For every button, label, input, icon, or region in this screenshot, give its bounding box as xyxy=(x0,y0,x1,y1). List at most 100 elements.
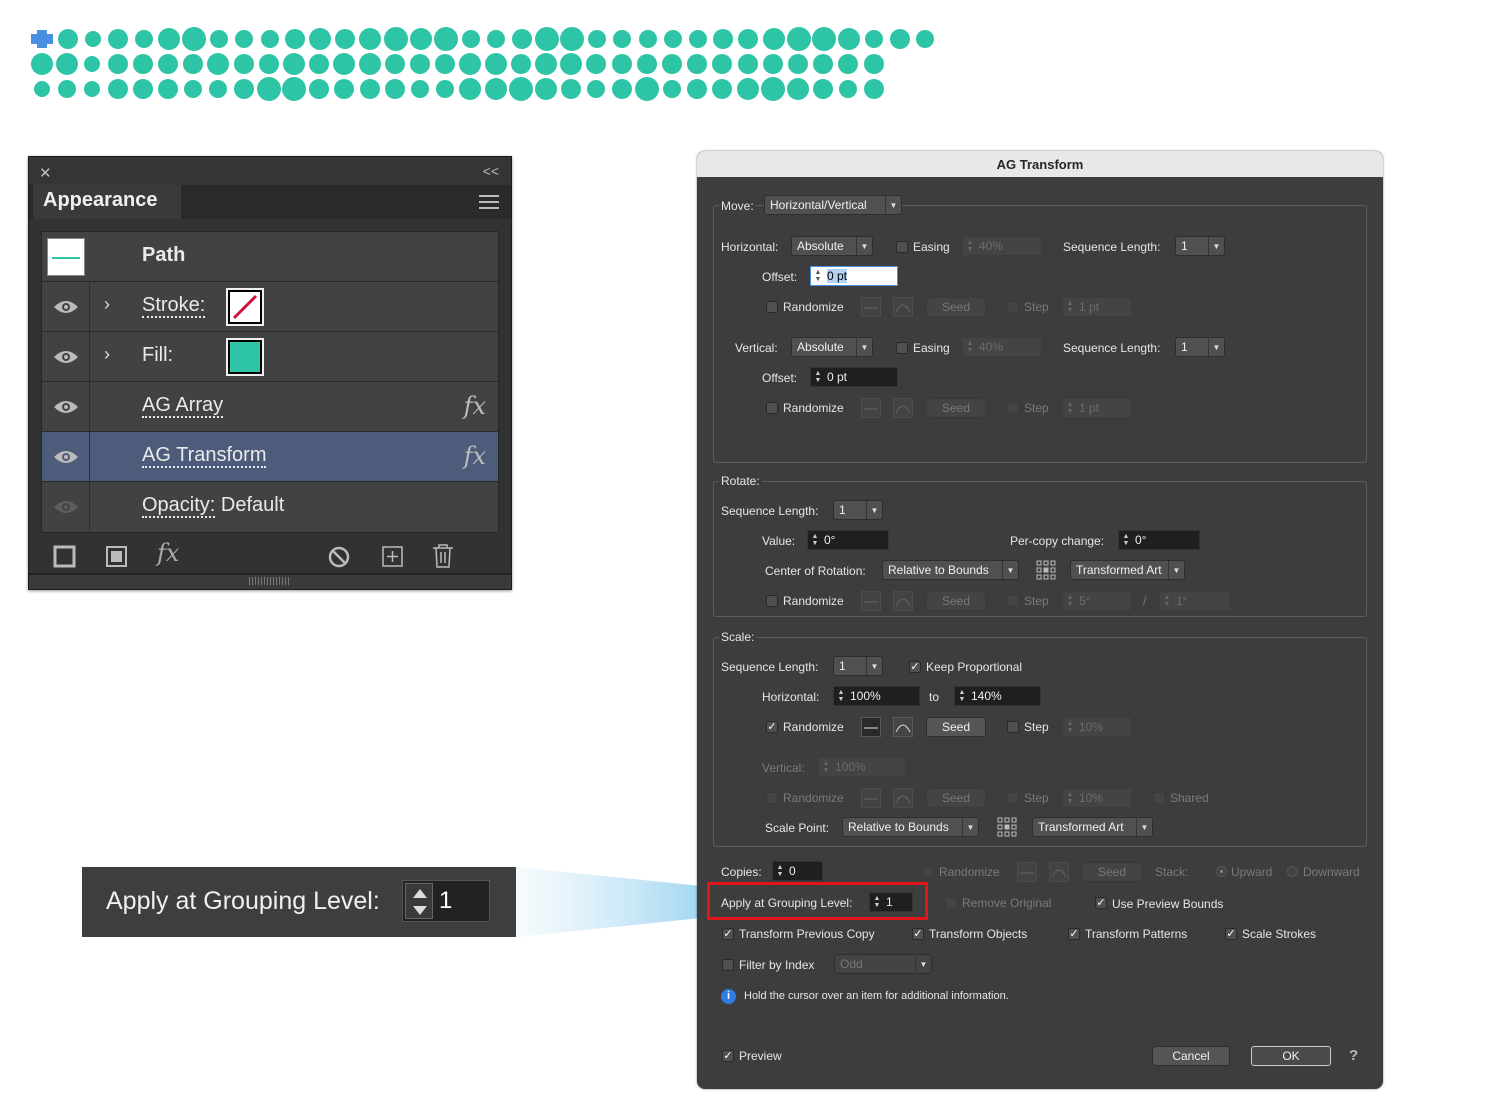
help-icon[interactable]: ? xyxy=(1349,1047,1358,1064)
remove-original-checkbox[interactable] xyxy=(945,897,957,909)
bell-curve-icon[interactable] xyxy=(1049,862,1069,882)
step-checkbox[interactable] xyxy=(1007,595,1019,607)
new-stroke-icon[interactable] xyxy=(53,545,77,569)
grouping-level-field[interactable]: ▲ ▼ 1 xyxy=(869,892,913,912)
seed-button[interactable]: Seed xyxy=(926,717,986,737)
expand-chevron-icon[interactable]: › xyxy=(104,294,110,315)
scale-point-dropdown[interactable]: Relative to Bounds ▼ xyxy=(842,817,979,837)
fx-menu-icon[interactable]: fx xyxy=(157,539,179,567)
horizontal-easing-checkbox[interactable] xyxy=(896,241,908,253)
reference-point-grid-icon[interactable] xyxy=(1036,560,1056,580)
scale-randomize-checkbox[interactable]: ✓ xyxy=(766,721,778,733)
transform-patterns-checkbox[interactable]: ✓ xyxy=(1068,928,1080,940)
filter-index-dropdown[interactable]: Odd ▼ xyxy=(834,954,932,974)
path-row[interactable]: Path xyxy=(42,232,498,282)
upward-radio[interactable] xyxy=(1216,866,1227,877)
step-checkbox[interactable] xyxy=(1007,792,1019,804)
downward-radio[interactable] xyxy=(1287,866,1298,877)
visibility-eye-icon[interactable] xyxy=(53,299,79,315)
step-field[interactable]: ▲ ▼ 1 pt xyxy=(1062,398,1132,418)
seed-button[interactable]: Seed xyxy=(1082,862,1142,882)
scale-to-field[interactable]: ▲ ▼ 140% xyxy=(954,686,1041,706)
vertical-offset-field[interactable]: ▲ ▼ 0 pt xyxy=(810,367,898,387)
randomize-checkbox[interactable] xyxy=(766,402,778,414)
expand-chevron-icon[interactable]: › xyxy=(104,344,110,365)
scale-from-field[interactable]: ▲ ▼ 100% xyxy=(833,686,920,706)
transform-objects-checkbox[interactable]: ✓ xyxy=(912,928,924,940)
step-checkbox[interactable] xyxy=(1007,721,1019,733)
ag-array-row[interactable]: AG Array fx xyxy=(42,382,498,432)
horizontal-type-dropdown[interactable]: Absolute ▼ xyxy=(791,236,873,256)
selection-anchor-icon[interactable] xyxy=(31,30,53,48)
step-field[interactable]: ▲ ▼ 1 pt xyxy=(1062,297,1132,317)
transform-previous-copy-checkbox[interactable]: ✓ xyxy=(722,928,734,940)
stroke-row[interactable]: › Stroke: xyxy=(42,282,498,332)
flat-curve-icon[interactable] xyxy=(861,591,881,611)
flat-curve-icon[interactable] xyxy=(1017,862,1037,882)
close-icon[interactable]: ✕ xyxy=(39,164,52,182)
step-checkbox[interactable] xyxy=(1007,402,1019,414)
collapse-icon[interactable]: << xyxy=(483,163,499,179)
stroke-swatch[interactable] xyxy=(226,288,264,326)
fill-row[interactable]: › Fill: xyxy=(42,332,498,382)
rotation-art-dropdown[interactable]: Transformed Art ▼ xyxy=(1070,560,1185,580)
visibility-eye-icon[interactable] xyxy=(53,399,79,415)
panel-menu-icon[interactable] xyxy=(479,195,499,214)
seed-button[interactable]: Seed xyxy=(926,398,986,418)
horizontal-offset-field[interactable]: ▲ ▼ 0 pt xyxy=(810,266,898,286)
vertical-type-dropdown[interactable]: Absolute ▼ xyxy=(791,337,873,357)
move-mode-dropdown[interactable]: Horizontal/Vertical ▼ xyxy=(764,195,902,215)
stroke-label[interactable]: Stroke: xyxy=(142,294,206,318)
per-copy-field[interactable]: ▲ ▼ 0° xyxy=(1118,530,1200,550)
keep-proportional-checkbox[interactable]: ✓ xyxy=(909,661,921,673)
bell-curve-icon[interactable] xyxy=(893,788,913,808)
vertical-easing-field[interactable]: ▲ ▼ 40% xyxy=(962,337,1042,357)
step-checkbox[interactable] xyxy=(1007,301,1019,313)
cancel-button[interactable]: Cancel xyxy=(1152,1046,1230,1066)
clear-appearance-icon[interactable] xyxy=(327,545,351,569)
copies-field[interactable]: ▲ ▼ 0 xyxy=(772,861,823,881)
bell-curve-icon[interactable] xyxy=(893,297,913,317)
visibility-eye-icon[interactable] xyxy=(53,449,79,465)
reference-point-grid-icon[interactable] xyxy=(997,817,1017,837)
step-field[interactable]: ▲ ▼ 10% xyxy=(1062,788,1132,808)
fill-swatch[interactable] xyxy=(226,338,264,376)
rotate-value-field[interactable]: ▲ ▼ 0° xyxy=(807,530,889,550)
tab-appearance[interactable]: Appearance xyxy=(33,185,181,219)
randomize-checkbox[interactable] xyxy=(922,866,934,878)
horizontal-easing-field[interactable]: ▲ ▼ 40% xyxy=(962,236,1042,256)
shared-checkbox[interactable] xyxy=(1153,792,1165,804)
ag-transform-row[interactable]: AG Transform fx xyxy=(42,432,498,482)
seed-button[interactable]: Seed xyxy=(926,788,986,808)
vertical-easing-checkbox[interactable] xyxy=(896,342,908,354)
trash-icon[interactable] xyxy=(431,543,455,569)
duplicate-item-icon[interactable] xyxy=(381,545,405,569)
fill-label[interactable]: Fill: xyxy=(142,344,173,366)
opacity-label[interactable]: Opacity: xyxy=(142,494,216,518)
flat-curve-icon[interactable] xyxy=(861,398,881,418)
randomize-checkbox[interactable] xyxy=(766,595,778,607)
step-field[interactable]: ▲ ▼ 10% xyxy=(1062,717,1132,737)
seed-button[interactable]: Seed xyxy=(926,297,986,317)
scale-vertical-field[interactable]: ▲ ▼ 100% xyxy=(818,757,906,777)
flat-curve-icon[interactable] xyxy=(861,717,881,737)
use-preview-bounds-checkbox[interactable]: ✓ xyxy=(1095,897,1107,909)
horizontal-seq-dropdown[interactable]: 1 ▼ xyxy=(1175,236,1225,256)
flat-curve-icon[interactable] xyxy=(861,788,881,808)
bell-curve-icon[interactable] xyxy=(893,717,913,737)
filter-by-index-checkbox[interactable] xyxy=(722,959,734,971)
flat-curve-icon[interactable] xyxy=(861,297,881,317)
scale-strokes-checkbox[interactable]: ✓ xyxy=(1225,928,1237,940)
bell-curve-icon[interactable] xyxy=(893,398,913,418)
opacity-row[interactable]: Opacity: Default xyxy=(42,482,498,532)
new-fill-icon[interactable] xyxy=(105,545,129,569)
panel-resize-grip[interactable] xyxy=(29,573,511,589)
ag-transform-label[interactable]: AG Transform xyxy=(142,444,267,468)
step-field-2[interactable]: ▲ ▼ 1° xyxy=(1159,591,1231,611)
bell-curve-icon[interactable] xyxy=(893,591,913,611)
randomize-checkbox[interactable] xyxy=(766,792,778,804)
ag-array-label[interactable]: AG Array xyxy=(142,394,224,418)
rotate-seq-dropdown[interactable]: 1 ▼ xyxy=(833,500,883,520)
center-rotation-dropdown[interactable]: Relative to Bounds ▼ xyxy=(882,560,1019,580)
randomize-checkbox[interactable] xyxy=(766,301,778,313)
